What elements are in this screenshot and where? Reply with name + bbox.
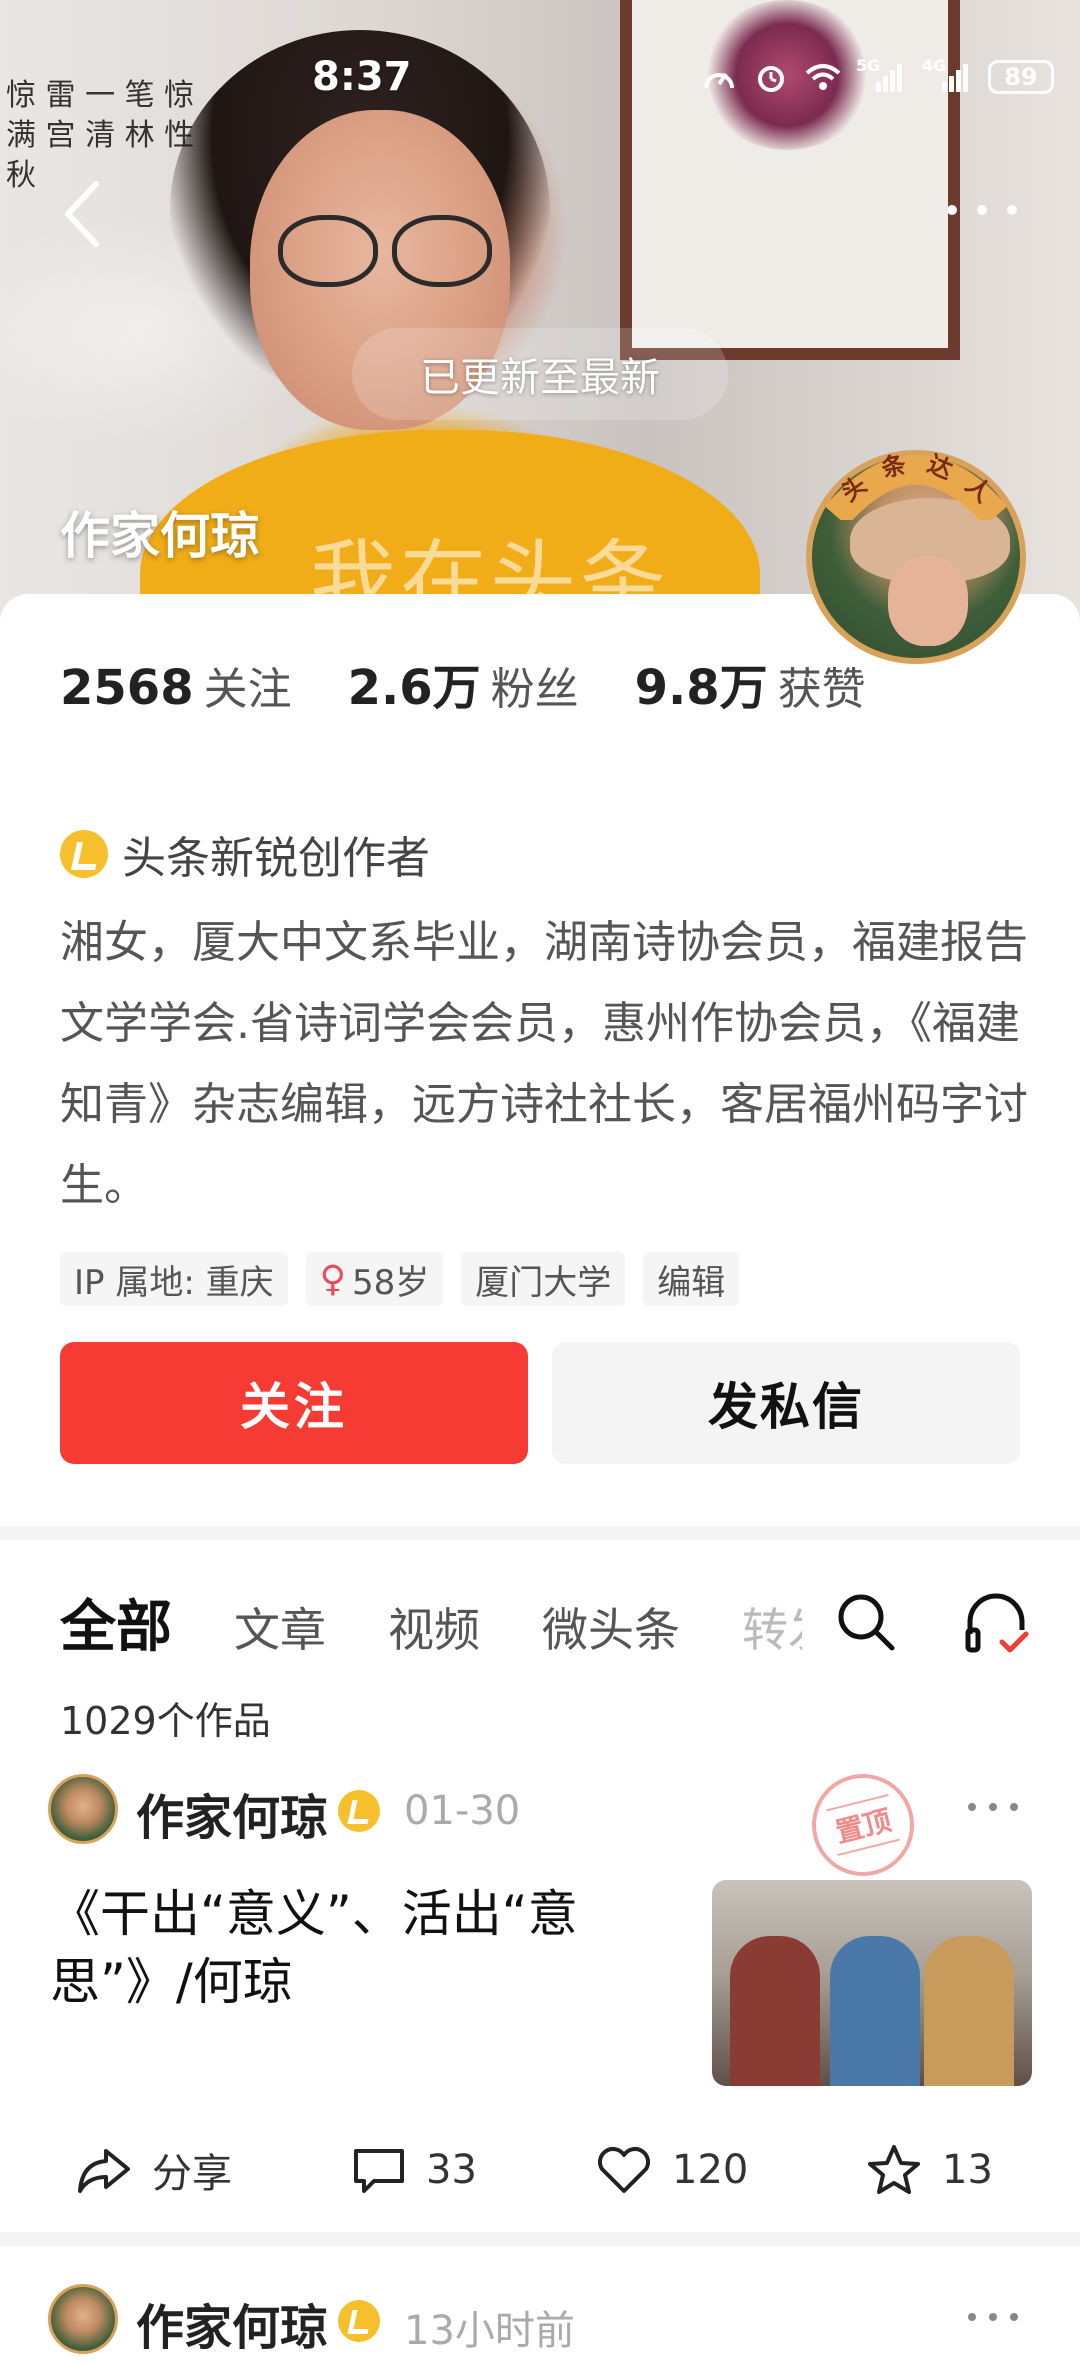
comment-icon	[354, 2149, 404, 2193]
profile-stats: 2568 关注 2.6万 粉丝 9.8万 获赞	[60, 648, 922, 718]
refresh-toast: 已更新至最新	[352, 328, 728, 420]
post-thumbnail[interactable]	[712, 1880, 1032, 2086]
fans-stat[interactable]: 2.6万 粉丝	[348, 648, 579, 718]
school-tag: 厦门大学	[461, 1252, 626, 1306]
following-stat[interactable]: 2568 关注	[60, 653, 292, 717]
more-options-button[interactable]	[940, 190, 1040, 230]
favorite-button[interactable]: 13	[866, 2130, 993, 2210]
post-actions: 分享 33 120 13	[0, 2130, 1080, 2210]
message-button[interactable]: 发私信	[552, 1342, 1020, 1464]
verified-icon	[338, 1790, 380, 1832]
more-horizontal-icon	[947, 205, 1017, 215]
content-tabs: 全部 文章 视频 微头条 转发	[60, 1582, 864, 1663]
section-divider	[0, 1526, 1080, 1540]
post-header[interactable]: 作家何琼 01-30	[0, 1774, 1080, 1854]
post-time: 13小时前	[404, 2308, 575, 2354]
search-icon	[838, 1594, 895, 1651]
banner-profile-name: 作家何琼	[60, 507, 260, 565]
wifi-icon	[804, 62, 842, 92]
speed-icon	[700, 62, 738, 92]
profile-tags: IP 属地: 重庆 ♀ 58岁 厦门大学 编辑	[60, 1252, 740, 1306]
listen-button[interactable]	[962, 1590, 1032, 1656]
avatar[interactable]	[48, 2284, 118, 2354]
creator-verification[interactable]: 头条新锐创作者	[60, 822, 430, 886]
post-author[interactable]: 作家何琼	[136, 1778, 328, 1848]
tab-articles[interactable]: 文章	[234, 1594, 326, 1660]
post-author[interactable]: 作家何琼	[136, 2288, 328, 2358]
profile-bio: 湘女，厦大中文系毕业，湖南诗协会员，福建报告文学学会.省诗词学会会员，惠州作协会…	[60, 917, 1028, 1211]
heart-icon	[598, 2147, 650, 2193]
verified-icon	[338, 2300, 380, 2342]
follow-button[interactable]: 关注	[60, 1342, 528, 1464]
like-button[interactable]: 120	[596, 2130, 748, 2210]
tab-videos[interactable]: 视频	[388, 1594, 480, 1660]
more-horizontal-icon[interactable]	[966, 2304, 1020, 2330]
search-button[interactable]	[834, 1590, 898, 1654]
more-horizontal-icon[interactable]	[966, 1794, 1020, 1820]
back-button[interactable]	[56, 178, 116, 248]
toutiao-expert-badge: 头条达人	[826, 448, 1006, 520]
female-icon: ♀	[319, 1258, 346, 1300]
post-time: 01-30	[404, 1788, 521, 1834]
chevron-left-icon	[65, 181, 99, 247]
status-bar: 8:37 5G 4G 89	[0, 0, 1080, 160]
post-header[interactable]: 作家何琼 13小时前	[0, 2284, 1080, 2364]
share-icon	[78, 2149, 130, 2193]
tab-all[interactable]: 全部	[60, 1582, 172, 1663]
verified-icon	[60, 830, 108, 878]
status-time: 8:37	[312, 54, 412, 100]
share-button[interactable]: 分享	[76, 2130, 232, 2210]
post-title[interactable]: 《干出“意义”、活出“意思”》/何琼	[50, 1880, 650, 2016]
age-tag: ♀ 58岁	[305, 1252, 444, 1306]
job-tag: 编辑	[643, 1252, 740, 1306]
verified-label: 头条新锐创作者	[122, 833, 430, 884]
alarm-icon	[752, 62, 790, 92]
headphones-icon	[965, 1593, 1029, 1653]
comment-button[interactable]: 33	[352, 2130, 477, 2210]
signal-4g-icon: 4G	[922, 56, 974, 92]
works-count: 1029个作品	[60, 1699, 271, 1743]
signal-5g-icon: 5G	[856, 56, 908, 92]
tab-reposts[interactable]: 转发	[742, 1594, 802, 1660]
tab-micro-posts[interactable]: 微头条	[542, 1594, 680, 1660]
ip-location-tag: IP 属地: 重庆	[60, 1252, 288, 1306]
star-icon	[868, 2145, 920, 2194]
likes-stat[interactable]: 9.8万 获赞	[635, 648, 866, 718]
battery-indicator: 89	[988, 60, 1054, 94]
avatar[interactable]	[48, 1774, 118, 1844]
post-divider	[0, 2232, 1080, 2246]
profile-avatar[interactable]: 头条达人	[806, 448, 1026, 664]
